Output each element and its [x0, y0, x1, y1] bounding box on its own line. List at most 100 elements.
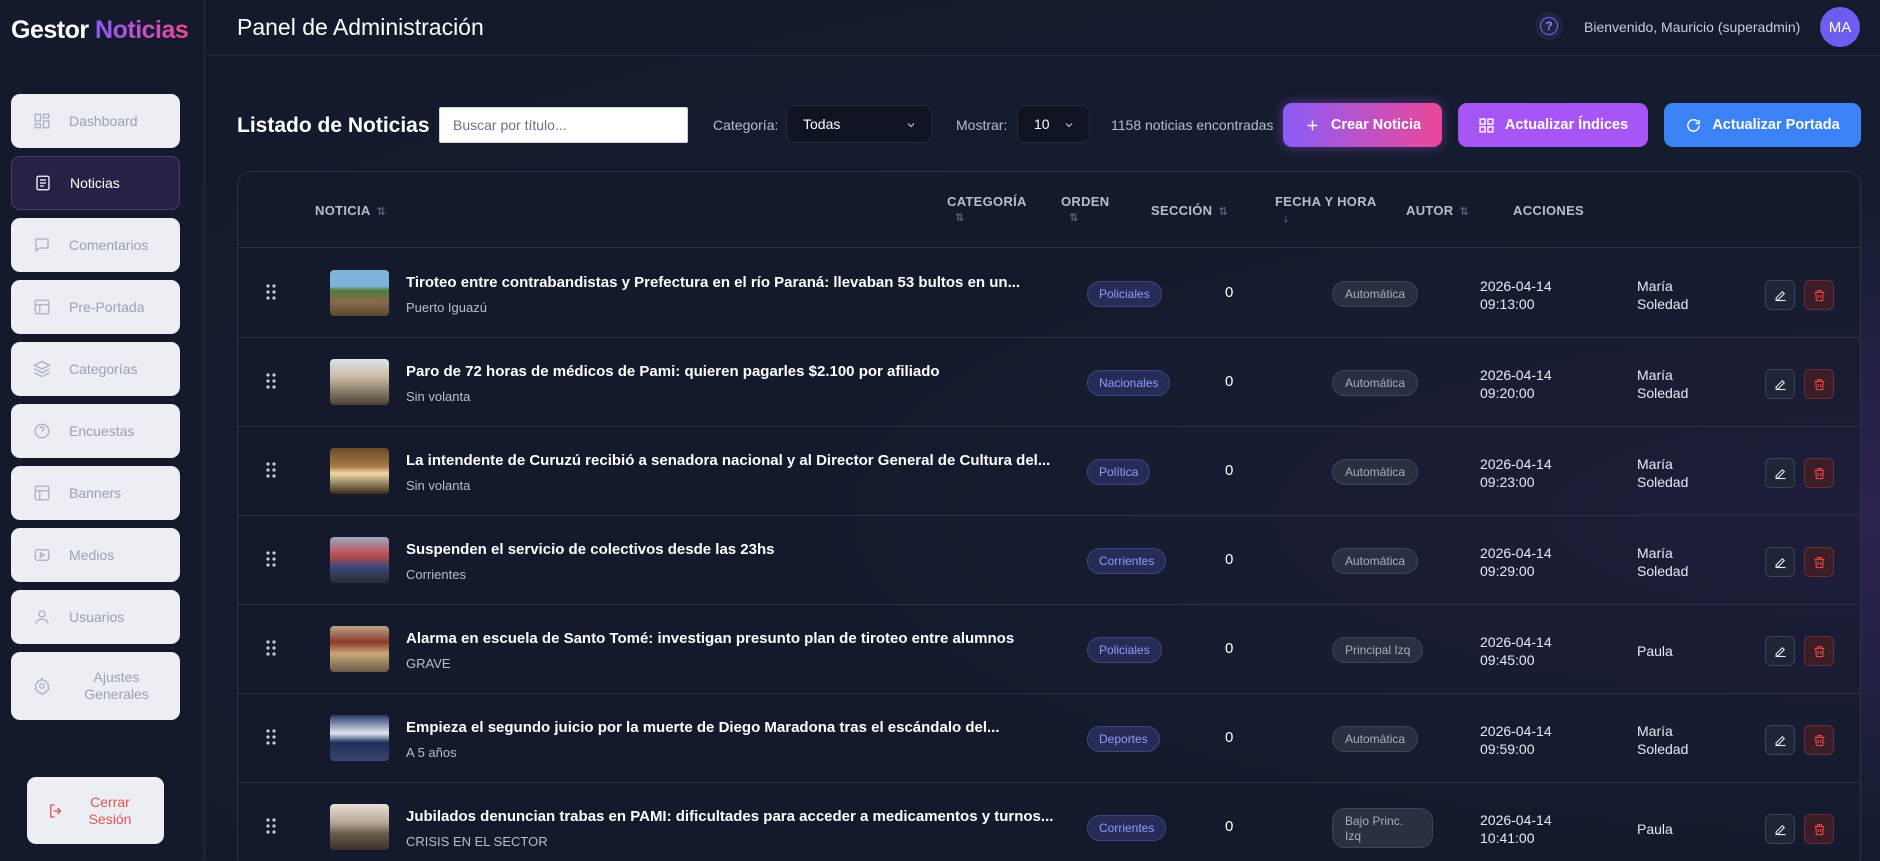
page-size-value: 10: [1034, 116, 1050, 132]
edit-button[interactable]: [1765, 547, 1795, 577]
news-subtitle: GRAVE: [406, 656, 451, 671]
date-time: 2026-04-14 09:29:00: [1480, 544, 1552, 580]
table-row[interactable]: La intendente de Curuzú recibió a senado…: [238, 427, 1860, 516]
table-row[interactable]: Alarma en escuela de Santo Tomé: investi…: [238, 605, 1860, 694]
author-line-2: Soledad: [1637, 385, 1689, 401]
news-subtitle: Sin volanta: [406, 478, 471, 493]
avatar[interactable]: MA: [1820, 7, 1860, 47]
delete-button[interactable]: [1804, 636, 1834, 666]
sort-desc-icon: ↓: [1283, 211, 1290, 225]
update-front-button[interactable]: Actualizar Portada: [1664, 103, 1861, 147]
column-header-seccion[interactable]: SECCIÓN ⇅: [1151, 203, 1228, 218]
column-header-categoria[interactable]: CATEGORÍA ⇅: [947, 194, 1027, 224]
plus-icon: [1307, 120, 1318, 130]
news-title[interactable]: Tiroteo entre contrabandistas y Prefectu…: [406, 274, 1020, 291]
drag-handle-icon[interactable]: [265, 817, 277, 840]
column-header-acciones: ACCIONES: [1513, 203, 1584, 218]
drag-handle-icon[interactable]: [265, 639, 277, 662]
trash-icon: [1814, 378, 1824, 390]
sidebar-item-label: Ajustes Generales: [84, 669, 149, 702]
help-icon: ?: [1540, 17, 1558, 35]
author-line-1: María: [1637, 545, 1673, 561]
category-select[interactable]: Todas: [786, 105, 932, 143]
category-badge: Corrientes: [1087, 548, 1167, 574]
edit-button[interactable]: [1765, 369, 1795, 399]
logout-icon: [50, 803, 62, 818]
author-line-1: Paula: [1637, 821, 1673, 837]
news-title[interactable]: La intendente de Curuzú recibió a senado…: [406, 452, 1050, 469]
news-subtitle: A 5 años: [406, 745, 457, 760]
sidebar-item-noticias[interactable]: Noticias: [11, 156, 180, 210]
layers-icon: [33, 360, 51, 378]
drag-handle-icon[interactable]: [265, 550, 277, 573]
app-logo[interactable]: Gestor Noticias: [11, 16, 189, 45]
sidebar-item-pre-portada[interactable]: Pre-Portada: [11, 280, 180, 334]
time-value: 09:29:00: [1480, 563, 1535, 579]
sidebar: Gestor Noticias Dashboard Noticias Comen…: [0, 0, 205, 861]
create-news-button[interactable]: Crear Noticia: [1283, 103, 1442, 147]
sidebar-item-comentarios[interactable]: Comentarios: [11, 218, 180, 272]
category-badge: Deportes: [1087, 726, 1160, 752]
help-button[interactable]: ?: [1535, 12, 1563, 40]
column-header-label: ACCIONES: [1513, 203, 1585, 218]
news-thumbnail: [330, 715, 389, 761]
sidebar-item-categorias[interactable]: Categorías: [11, 342, 180, 396]
news-title[interactable]: Alarma en escuela de Santo Tomé: investi…: [406, 630, 1014, 647]
edit-button[interactable]: [1765, 280, 1795, 310]
table-row[interactable]: Paro de 72 horas de médicos de Pami: qui…: [238, 338, 1860, 427]
delete-button[interactable]: [1804, 814, 1834, 844]
sidebar-item-encuestas[interactable]: Encuestas: [11, 404, 180, 458]
category-badge: Política: [1087, 459, 1151, 485]
sidebar-item-medios[interactable]: Medios: [11, 528, 180, 582]
news-title[interactable]: Empieza el segundo juicio por la muerte …: [406, 719, 1000, 736]
table-row[interactable]: Jubilados denuncian trabas en PAMI: difi…: [238, 783, 1860, 861]
edit-button[interactable]: [1765, 725, 1795, 755]
sort-icon: ⇅: [1459, 206, 1470, 218]
logo-text-gestor: Gestor: [11, 16, 89, 44]
edit-button[interactable]: [1765, 814, 1795, 844]
column-header-noticia[interactable]: NOTICIA ⇅: [315, 203, 386, 218]
sidebar-item-dashboard[interactable]: Dashboard: [11, 94, 180, 148]
news-title[interactable]: Jubilados denuncian trabas en PAMI: difi…: [406, 808, 1053, 825]
author-line-2: Soledad: [1637, 474, 1689, 490]
column-header-autor[interactable]: AUTOR ⇅: [1406, 203, 1469, 218]
news-title[interactable]: Paro de 72 horas de médicos de Pami: qui…: [406, 363, 940, 380]
author: María Soledad: [1637, 366, 1688, 402]
drag-handle-icon[interactable]: [265, 461, 277, 484]
edit-button[interactable]: [1765, 458, 1795, 488]
page-size-select[interactable]: 10: [1017, 105, 1090, 143]
date-time: 2026-04-14 09:23:00: [1480, 455, 1552, 491]
drag-handle-icon[interactable]: [265, 372, 277, 395]
trash-icon: [1814, 467, 1824, 479]
news-title[interactable]: Suspenden el servicio de colectivos desd…: [406, 541, 775, 558]
logout-button[interactable]: Cerrar Sesión: [27, 777, 164, 844]
drag-handle-icon[interactable]: [265, 283, 277, 306]
author-line-1: María: [1637, 456, 1673, 472]
drag-handle-icon[interactable]: [265, 728, 277, 751]
delete-button[interactable]: [1804, 725, 1834, 755]
category-badge: Policiales: [1087, 281, 1162, 307]
table-row[interactable]: Tiroteo entre contrabandistas y Prefectu…: [238, 249, 1860, 338]
table-row[interactable]: Empieza el segundo juicio por la muerte …: [238, 694, 1860, 783]
sidebar-item-banners[interactable]: Banners: [11, 466, 180, 520]
edit-icon: [1775, 290, 1785, 301]
column-header-orden[interactable]: ORDEN ⇅: [1061, 194, 1109, 224]
welcome-text: Bienvenido, Mauricio (superadmin): [1584, 19, 1801, 35]
column-header-fecha[interactable]: FECHA Y HORA ↓: [1275, 194, 1377, 225]
update-index-button[interactable]: Actualizar Índices: [1458, 103, 1648, 147]
create-news-label: Crear Noticia: [1330, 117, 1422, 133]
sidebar-item-ajustes[interactable]: Ajustes Generales: [11, 652, 180, 720]
logout-label: Cerrar Sesión: [88, 793, 132, 827]
delete-button[interactable]: [1804, 547, 1834, 577]
search-input[interactable]: [439, 107, 688, 143]
category-badge: Nacionales: [1087, 370, 1171, 396]
sidebar-item-usuarios[interactable]: Usuarios: [11, 590, 180, 644]
table-row[interactable]: Suspenden el servicio de colectivos desd…: [238, 516, 1860, 605]
delete-button[interactable]: [1804, 369, 1834, 399]
delete-button[interactable]: [1804, 458, 1834, 488]
sort-icon: ⇅: [955, 212, 965, 224]
news-subtitle: Sin volanta: [406, 389, 471, 404]
update-front-label: Actualizar Portada: [1712, 117, 1840, 133]
edit-button[interactable]: [1765, 636, 1795, 666]
delete-button[interactable]: [1804, 280, 1834, 310]
